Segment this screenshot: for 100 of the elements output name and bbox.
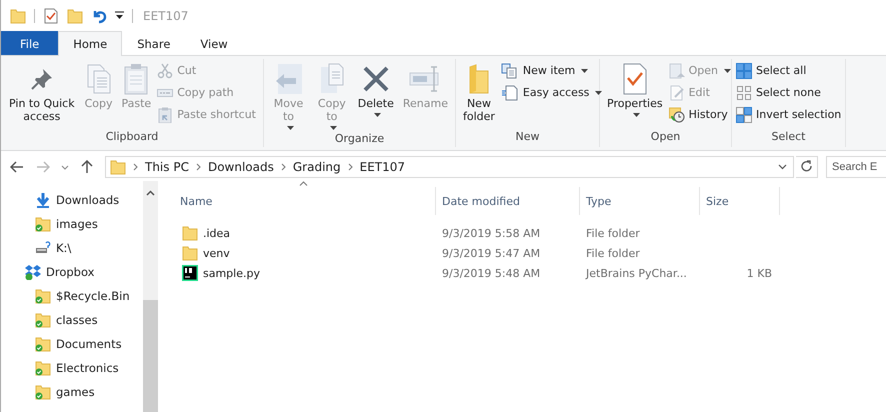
ribbon-button[interactable]: Delete: [354, 59, 397, 132]
file-name[interactable]: sample.py: [174, 265, 436, 281]
ribbon-button[interactable]: History: [668, 105, 734, 124]
folder-icon: [110, 159, 126, 175]
window-title: EET107: [143, 8, 188, 22]
ribbon-button[interactable]: New folder: [460, 59, 498, 130]
ribbon-button[interactable]: Select all: [736, 61, 844, 80]
chevron-right-icon: [196, 163, 201, 171]
refresh-button[interactable]: [796, 156, 818, 178]
file-name[interactable]: venv: [174, 245, 436, 261]
page-icon: [500, 84, 519, 100]
breadcrumb[interactable]: Downloads: [208, 160, 274, 174]
clipboard-icon: [123, 63, 150, 95]
column-header[interactable]: Size: [700, 187, 780, 215]
open-icon: [668, 62, 685, 78]
folder-icon: [182, 245, 198, 261]
chevron-right-icon: [133, 163, 138, 171]
table-cell-text: File folder: [585, 226, 641, 240]
group-label: Clipboard: [104, 130, 160, 145]
copy-icon: [86, 63, 112, 95]
scissors-icon: [157, 62, 174, 78]
synced-folder-icon: [35, 288, 51, 304]
ribbon-button[interactable]: Properties: [604, 59, 666, 130]
synced-folder-icon: [35, 360, 51, 376]
grid-icon: [736, 62, 752, 78]
breadcrumb[interactable]: EET107: [360, 160, 406, 174]
folder-icon: [10, 8, 26, 24]
ribbon-button[interactable]: Pin to Quick access: [5, 59, 79, 130]
ribbon-button[interactable]: Invert selection: [736, 105, 844, 124]
download-icon: [35, 192, 51, 208]
synced-folder-icon: [35, 312, 51, 328]
column-header[interactable]: Name: [174, 187, 436, 215]
breadcrumb[interactable]: Grading: [292, 160, 341, 174]
move-icon: [274, 63, 304, 95]
up-arrow-icon: [81, 160, 93, 174]
synced-folder-icon: [35, 216, 51, 232]
ribbon-button[interactable]: Select none: [736, 83, 844, 102]
table-cell-text: 9/3/2019 5:58 AM: [441, 226, 542, 240]
file-name[interactable]: .idea: [174, 225, 436, 241]
column-header[interactable]: Type: [580, 187, 700, 215]
table-cell-text: File folder: [585, 246, 641, 260]
table-cell-text: 9/3/2019 5:48 AM: [441, 266, 542, 280]
address-bar[interactable]: This PC Downloads Grading EET107: [105, 156, 794, 178]
folder-icon: [182, 225, 198, 241]
group-label: Organize: [334, 132, 386, 147]
group-label: Select: [770, 130, 806, 145]
nav-item[interactable]: Electronics: [1, 356, 143, 380]
nav-item[interactable]: Dropbox: [1, 260, 143, 284]
folder-icon: [468, 63, 490, 95]
nav-item[interactable]: images: [1, 212, 143, 236]
chevron-right-icon: [280, 163, 286, 171]
table-cell-text: JetBrains PyChar...: [584, 266, 688, 280]
folder-icon: [67, 8, 83, 24]
refresh-icon: [800, 160, 812, 174]
chevron-down-icon: [778, 164, 787, 170]
documents-icon: [500, 62, 519, 78]
search-field[interactable]: Search E: [826, 156, 886, 178]
nav-item[interactable]: $Recycle.Bin: [1, 284, 143, 308]
checked-page-icon: [620, 63, 649, 95]
synced-folder-icon: [35, 384, 51, 400]
breadcrumb[interactable]: This PC: [145, 160, 189, 174]
shortcut-icon: [157, 106, 174, 122]
history-icon: [668, 106, 685, 122]
rename-icon: [409, 65, 442, 93]
nav-item[interactable]: games: [1, 380, 143, 404]
nav-item[interactable]: Documents: [1, 332, 143, 356]
ribbon-tab[interactable]: View: [185, 31, 243, 55]
nav-item[interactable]: classes: [1, 308, 143, 332]
drive-icon: [35, 240, 51, 256]
group-label: Open: [650, 130, 682, 145]
dropbox-icon: [25, 264, 41, 280]
chevron-right-icon: [348, 163, 353, 171]
pin-icon: [30, 67, 54, 91]
chevron-down-icon: [61, 164, 69, 170]
ribbon-tab[interactable]: Share: [122, 31, 186, 55]
scroll-up-icon[interactable]: [146, 190, 155, 196]
nav-item[interactable]: Downloads: [1, 188, 143, 212]
nav-item[interactable]: K:\: [1, 236, 143, 260]
ribbon-button[interactable]: Easy access: [500, 83, 606, 102]
forward-arrow-icon: [36, 161, 50, 173]
code-file-icon: [182, 265, 198, 281]
scrollbar[interactable]: [143, 181, 158, 412]
grid-icon: [736, 106, 752, 122]
delete-icon: [362, 65, 390, 93]
ribbon-button[interactable]: New item: [500, 61, 606, 80]
file-tab[interactable]: File: [1, 31, 58, 55]
grid-icon: [736, 84, 752, 100]
edit-icon: [668, 84, 685, 100]
sort-ascending-icon: [299, 181, 308, 186]
table-cell-text: 1 KB: [746, 266, 773, 280]
table-cell-text: 9/3/2019 5:47 AM: [441, 246, 542, 260]
copy-icon: [318, 63, 345, 95]
column-header[interactable]: Date modified: [436, 187, 580, 215]
scroll-thumb[interactable]: [143, 300, 158, 412]
ribbon-tab[interactable]: Home: [58, 31, 122, 56]
back-arrow-icon: [10, 161, 24, 173]
dropdown-icon: [115, 11, 124, 20]
synced-folder-icon: [35, 336, 51, 352]
checked-page-icon: [43, 8, 59, 24]
group-label: New: [514, 130, 540, 145]
